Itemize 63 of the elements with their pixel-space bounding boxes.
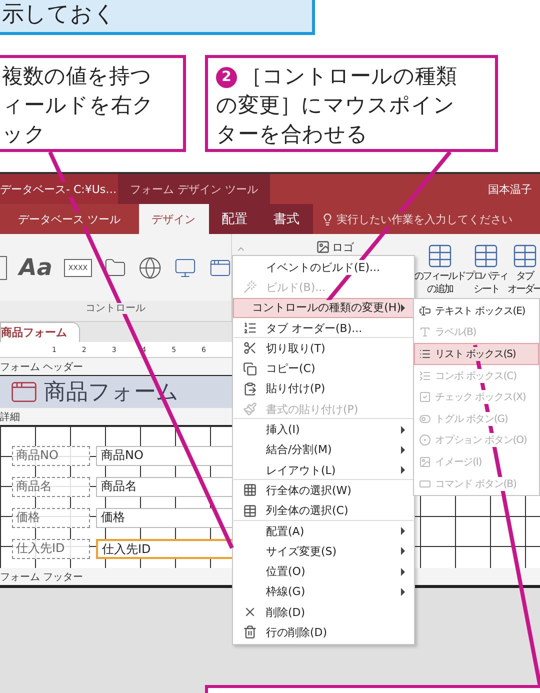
- letter-icon: [419, 326, 431, 338]
- toggle-icon: [419, 412, 431, 425]
- menu-item[interactable]: 切り取り(T): [233, 338, 414, 358]
- step-number: 2: [216, 67, 237, 88]
- cut-icon: [243, 341, 257, 356]
- section-bar-label: 詳細: [0, 410, 20, 424]
- control-icon[interactable]: [0, 256, 8, 280]
- ribbon-tab[interactable]: デザイン: [138, 204, 208, 234]
- ribbon-tab[interactable]: 書式: [260, 204, 312, 234]
- copy-icon: [243, 362, 257, 376]
- group-label: コントロール: [86, 303, 146, 314]
- callout-text: ィールドを右ク: [2, 93, 154, 117]
- paintbrush-icon: [243, 402, 257, 416]
- radio-icon: [419, 434, 431, 446]
- rectangle-icon: [419, 478, 431, 490]
- menu-item[interactable]: テキスト ボックス(E): [414, 300, 539, 322]
- lightbulb-icon: [320, 212, 334, 226]
- logo-button[interactable]: ロゴ: [332, 240, 354, 255]
- image-icon: [316, 240, 330, 254]
- menu-item[interactable]: 枠線(G): [233, 582, 414, 602]
- ribbon-tab[interactable]: データベース ツール: [0, 204, 138, 234]
- instruction-callout: 示しておく: [0, 0, 315, 35]
- tool-context-title: フォーム デザイン ツール: [130, 182, 258, 196]
- menu-item[interactable]: イベントのビルド(E)...: [233, 257, 414, 278]
- menu-item[interactable]: 挿入(I): [233, 419, 414, 440]
- callout-text: ターを合わせる: [216, 122, 368, 146]
- list-order-icon: [243, 321, 257, 336]
- label-control-icon[interactable]: Aa: [19, 254, 52, 280]
- document-tab[interactable]: 商品フォーム: [0, 322, 80, 342]
- ribbon-button[interactable]: プロパティ シート: [465, 242, 508, 296]
- menu-item[interactable]: コピー(C): [233, 358, 414, 379]
- menu-item[interactable]: タブ オーダー(B)...: [233, 318, 414, 338]
- dropdown-list-icon: [419, 370, 431, 382]
- paste-icon: [243, 382, 257, 396]
- callout-text: 複数の値を持つ: [2, 64, 152, 88]
- field-label[interactable]: 仕入先ID: [12, 539, 90, 559]
- menu-item[interactable]: レイアウト(L): [233, 460, 414, 480]
- user-name: 国本温子: [488, 182, 532, 196]
- section-bar-label: フォーム ヘッダー: [0, 360, 84, 374]
- ribbon-tab[interactable]: 配置: [208, 204, 260, 234]
- callout-text: の変更］にマウスポイン: [216, 93, 455, 117]
- window-title: データベース- C:¥Us…: [0, 182, 117, 196]
- checkbox-icon: [419, 391, 431, 404]
- menu-item[interactable]: 削除(D): [233, 602, 414, 622]
- image-icon: [419, 456, 431, 468]
- tell-me-field[interactable]: 実行したい作業を入力してください: [336, 212, 512, 226]
- menu-item[interactable]: 貼り付け(P): [233, 378, 414, 400]
- menu-item[interactable]: 位置(O): [233, 561, 414, 582]
- field-label[interactable]: 商品NO: [12, 446, 90, 466]
- delete-icon: [243, 625, 257, 640]
- menu-item[interactable]: 列全体の選択(C): [233, 500, 414, 521]
- menu-item[interactable]: 行の削除(D): [233, 622, 414, 643]
- section-bar-label: フォーム フッター: [0, 570, 84, 584]
- menu-item[interactable]: リスト ボックス(S): [414, 343, 539, 365]
- field-label[interactable]: 価格: [12, 508, 90, 528]
- callout-text: ［コントロールの種類: [241, 64, 457, 88]
- menu-item[interactable]: コントロールの種類の変更(H): [233, 298, 414, 318]
- callout-text: ック: [2, 122, 46, 146]
- table-icon: [243, 504, 257, 518]
- text-box-icon: [419, 304, 431, 317]
- wand-icon: [243, 280, 257, 294]
- grid-icon: [243, 483, 257, 498]
- field-label[interactable]: 商品名: [12, 477, 90, 497]
